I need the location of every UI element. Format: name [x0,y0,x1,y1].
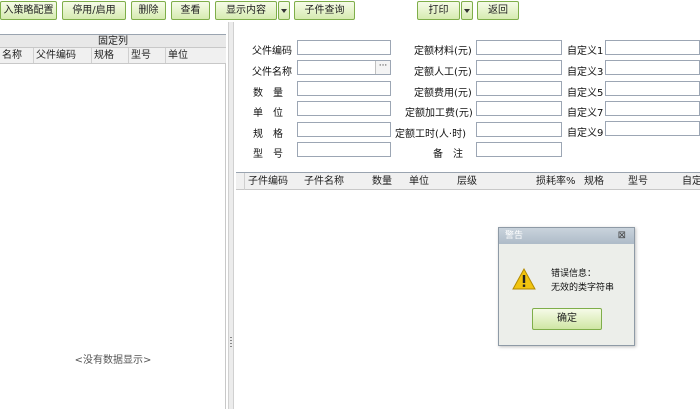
custom5-label: 自定义5 [567,88,604,99]
spec-label: 规 格 [253,129,283,140]
column-custom[interactable]: 自定 [682,173,700,190]
back-button[interactable]: 返回 [477,1,519,20]
model-label: 型 号 [253,149,283,160]
column-unit[interactable]: 单位 [409,173,429,190]
quota-processing-input[interactable] [476,101,562,116]
unit-label: 单 位 [253,108,283,119]
column-spec[interactable]: 规格 [584,173,604,190]
quota-hours-input[interactable] [476,122,562,137]
custom9-label: 自定义9 [567,128,604,139]
quota-material-label: 定额材料(元) [414,46,472,57]
column-child-code[interactable]: 子件编码 [248,173,288,190]
column-child-name[interactable]: 子件名称 [304,173,344,190]
column-name[interactable]: 名称 [0,48,34,63]
column-quantity[interactable]: 数量 [372,173,392,190]
remark-label: 备 注 [433,149,463,160]
column-model[interactable]: 型号 [628,173,648,190]
parent-code-label: 父件编码 [252,46,292,57]
custom7-label: 自定义7 [567,108,604,119]
print-button[interactable]: 打印 [417,1,460,20]
delete-button[interactable]: 删除 [131,1,166,20]
strategy-config-button[interactable]: 入策略配置 [0,1,57,20]
ok-button[interactable]: 确定 [532,308,602,330]
quantity-input[interactable] [297,81,391,96]
custom9-input[interactable] [605,121,700,136]
child-query-button[interactable]: 子件查询 [294,1,355,20]
remark-input[interactable] [476,142,562,157]
dialog-title-text: 警告 [505,231,524,241]
close-icon[interactable]: ⊠ [618,228,626,244]
custom3-input[interactable] [605,60,700,75]
enable-disable-button[interactable]: 停用/启用 [62,1,126,20]
show-content-dropdown[interactable] [278,1,290,20]
splitter-grip-icon [230,337,232,349]
quota-hours-label: 定额工时(人·时) [395,129,466,140]
quota-expense-input[interactable] [476,81,562,96]
view-button[interactable]: 查看 [171,1,210,20]
quota-expense-label: 定额费用(元) [414,88,472,99]
parent-code-input[interactable] [297,40,391,55]
empty-message: <没有数据显示> [74,355,152,366]
custom7-input[interactable] [605,101,700,116]
column-parent-code[interactable]: 父件编码 [34,48,92,63]
warning-icon [512,268,536,290]
quota-labor-label: 定额人工(元) [414,67,472,78]
show-content-button[interactable]: 显示内容 [215,1,277,20]
toolbar: 入策略配置 停用/启用 删除 查看 显示内容 子件查询 打印 返回 [0,0,700,22]
child-grid-header: 子件编码 子件名称 数量 单位 层级 损耗率% 规格 型号 自定 [236,172,700,190]
warning-dialog: 警告 ⊠ 错误信息： 无效的类字符串 确定 [498,227,635,346]
quota-material-input[interactable] [476,40,562,55]
parent-name-label: 父件名称 [252,67,292,78]
spec-input[interactable] [297,122,391,137]
error-heading: 错误信息： [551,269,597,279]
column-level[interactable]: 层级 [457,173,477,190]
chevron-down-icon [281,9,287,13]
fixed-column-panel: 固定列 名称 父件编码 规格 型号 单位 <没有数据显示> [0,34,226,409]
pane-splitter[interactable] [228,22,234,409]
custom1-input[interactable] [605,40,700,55]
column-spec[interactable]: 规格 [92,48,129,63]
quota-processing-label: 定额加工费(元) [405,108,473,119]
fixed-columns-header: 固定列 [0,34,226,48]
quota-labor-input[interactable] [476,60,562,75]
column-model[interactable]: 型号 [129,48,166,63]
chevron-down-icon [464,9,470,13]
parent-name-input[interactable]: ··· [297,60,391,75]
error-message: 无效的类字符串 [551,283,615,293]
custom1-label: 自定义1 [567,46,604,57]
dialog-title: 警告 ⊠ [499,228,634,244]
print-dropdown[interactable] [461,1,473,20]
quantity-label: 数 量 [253,88,283,99]
column-unit[interactable]: 单位 [166,48,226,63]
custom5-input[interactable] [605,81,700,96]
model-input[interactable] [297,142,391,157]
column-loss-rate[interactable]: 损耗率% [536,173,576,190]
lookup-ellipsis-button[interactable]: ··· [375,61,390,74]
unit-input[interactable] [297,101,391,116]
custom3-label: 自定义3 [567,67,604,78]
left-grid-header: 名称 父件编码 规格 型号 单位 [0,48,226,64]
